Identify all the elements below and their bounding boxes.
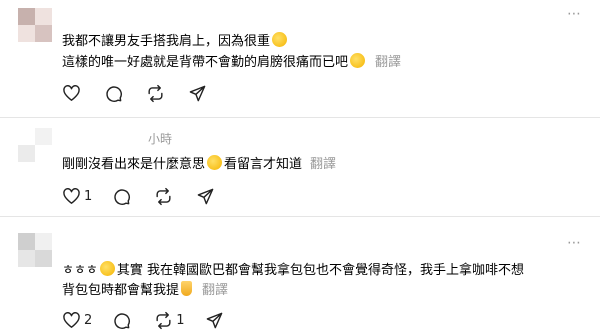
- avatar[interactable]: [18, 128, 52, 162]
- post-3: ⋯ ㅎㅎㅎ 其實 我在韓國歐巴都會幫我拿包包也不會覺得奇怪，我手上拿咖啡不想 背包…: [0, 217, 600, 335]
- rofl-emoji-icon: [350, 53, 366, 68]
- translate-link[interactable]: 翻譯: [375, 55, 401, 70]
- send-icon: [197, 188, 214, 204]
- like-button[interactable]: 2: [62, 311, 92, 330]
- share-button[interactable]: [188, 84, 207, 103]
- avatar-block: [18, 8, 35, 25]
- post-text-line: 這樣的唯一好處就是背帶不會勤的肩膀很痛而已吧 翻譯: [62, 53, 402, 70]
- post-2: 小時 剛剛沒看出來是什麼意思 看留言才知道 翻譯 1: [0, 118, 600, 216]
- reply-button[interactable]: [104, 84, 126, 103]
- avatar[interactable]: [18, 233, 52, 267]
- share-button[interactable]: [205, 311, 224, 330]
- repost-button[interactable]: 1: [154, 311, 185, 330]
- send-icon: [189, 85, 206, 101]
- share-button[interactable]: [196, 187, 215, 206]
- send-icon: [206, 312, 222, 328]
- laughing-emoji-icon: [99, 261, 115, 276]
- rofl-emoji-icon: [272, 32, 288, 47]
- avatar-block: [18, 25, 35, 42]
- avatar-block: [35, 145, 52, 162]
- heart-icon: [63, 84, 80, 101]
- comment-icon: [106, 85, 122, 102]
- avatar-block: [18, 145, 35, 162]
- reply-button[interactable]: [112, 187, 134, 206]
- timestamp: 小時: [148, 132, 173, 146]
- avatar-block: [35, 25, 52, 42]
- avatar-block: [35, 8, 52, 25]
- avatar-block: [35, 128, 52, 145]
- post-text-line: 剛剛沒看出來是什麼意思 看留言才知道 翻譯: [62, 155, 337, 172]
- repost-button[interactable]: [154, 187, 176, 206]
- grin-emoji-icon: [207, 155, 223, 170]
- more-options-icon[interactable]: ⋯: [567, 235, 582, 251]
- reply-button[interactable]: [112, 311, 134, 330]
- like-button[interactable]: [62, 84, 84, 103]
- action-bar: 2 1: [62, 309, 244, 331]
- repost-button[interactable]: [146, 84, 168, 103]
- more-options-icon[interactable]: ⋯: [567, 6, 582, 22]
- comment-icon: [114, 188, 131, 205]
- like-button[interactable]: 1: [62, 187, 92, 206]
- repost-count: 1: [176, 312, 185, 328]
- avatar-block: [18, 128, 35, 145]
- post-text-line: 我都不讓男友手搭我肩上，因為很重: [62, 30, 289, 49]
- like-count: 2: [84, 312, 93, 328]
- post-text-line: 背包包時都會幫我提 翻譯: [62, 281, 229, 298]
- repost-icon: [156, 311, 171, 329]
- post-1: ⋯ 我都不讓男友手搭我肩上，因為很重 這樣的唯一好處就是背帶不會勤的肩膀很痛而已…: [0, 0, 600, 118]
- repost-icon: [156, 187, 171, 205]
- heart-icon: [63, 187, 80, 204]
- victory-hand-emoji-icon: [181, 281, 193, 296]
- comment-icon: [114, 312, 131, 329]
- action-bar: [62, 82, 227, 104]
- action-bar: 1: [62, 185, 235, 207]
- translate-link[interactable]: 翻譯: [202, 283, 228, 298]
- avatar-block: [35, 233, 52, 250]
- repost-icon: [148, 84, 163, 102]
- avatar-block: [35, 250, 52, 267]
- avatar-block: [18, 233, 35, 250]
- post-text-line: ㅎㅎㅎ 其實 我在韓國歐巴都會幫我拿包包也不會覺得奇怪，我手上拿咖啡不想: [62, 261, 525, 278]
- avatar-block: [18, 250, 35, 267]
- avatar[interactable]: [18, 8, 52, 42]
- like-count: 1: [84, 188, 93, 204]
- translate-link[interactable]: 翻譯: [310, 157, 336, 172]
- heart-icon: [63, 311, 80, 328]
